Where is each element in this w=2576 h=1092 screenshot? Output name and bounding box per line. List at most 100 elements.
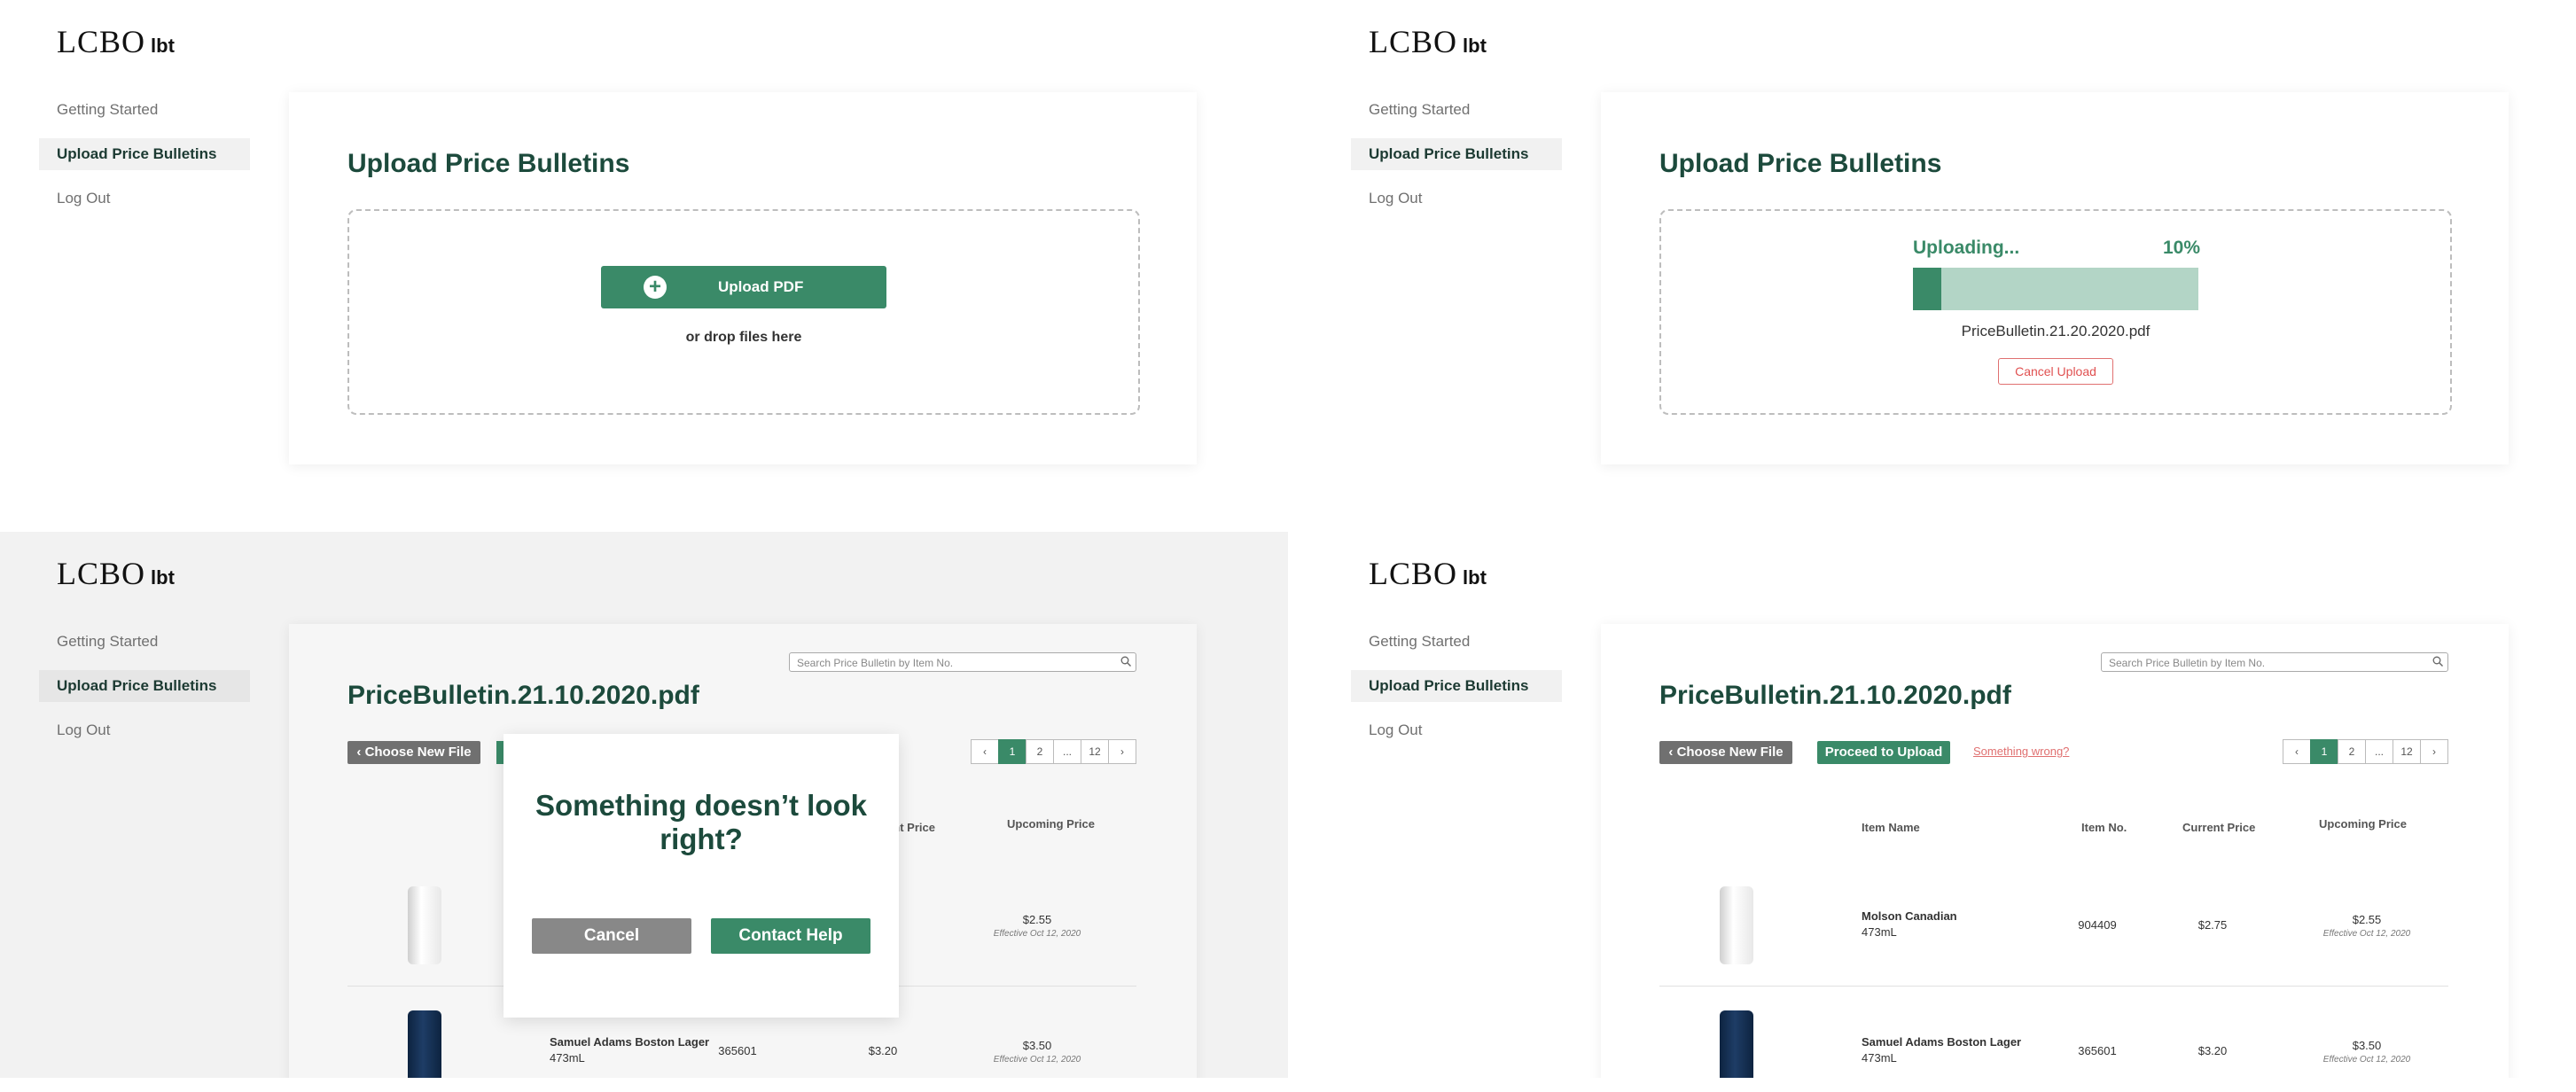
row2-upcoming: $3.50 xyxy=(1022,1039,1052,1052)
page-1[interactable]: 1 xyxy=(2310,739,2338,764)
search-icon xyxy=(2432,656,2443,667)
cancel-upload-button[interactable]: Cancel Upload xyxy=(1998,358,2113,385)
col-item-no: Item No. xyxy=(2081,821,2127,834)
col-current-price: Current Price xyxy=(2182,821,2256,834)
choose-new-file-label: Choose New File xyxy=(364,745,472,760)
drop-hint: or drop files here xyxy=(685,330,802,345)
lcbo-logo[interactable]: LCBO lbt xyxy=(1369,555,1487,592)
nav-getting-started[interactable]: Getting Started xyxy=(39,94,250,126)
uploading-file-name: PriceBulletin.21.20.2020.pdf xyxy=(1961,323,2151,339)
page-2[interactable]: 2 xyxy=(1026,739,1054,764)
progress-bar-fill xyxy=(1913,268,1942,310)
logo-main: LCBO xyxy=(57,24,146,59)
prev-page-icon[interactable]: ‹ xyxy=(971,739,999,764)
page-ellipsis: ... xyxy=(1053,739,1081,764)
row2-name: Samuel Adams Boston Lager xyxy=(1862,1035,2022,1049)
uploading-label: Uploading... xyxy=(1913,238,2020,258)
col-upcoming-price: Upcoming Price xyxy=(1007,817,1095,831)
nav-upload-price-bulletins[interactable]: Upload Price Bulletins xyxy=(1351,138,1562,170)
molson-can-image xyxy=(1720,886,1753,964)
row2-size: 473mL xyxy=(1862,1051,1897,1065)
page-title: Upload Price Bulletins xyxy=(347,149,630,178)
row1-item-no: 904409 xyxy=(2078,918,2117,932)
upload-screen: LCBO lbt Getting Started Upload Price Bu… xyxy=(0,0,1288,546)
drop-zone: Uploading... 10% PriceBulletin.21.20.202… xyxy=(1659,209,2452,415)
logo-sub: lbt xyxy=(1463,35,1487,57)
contact-help-button[interactable]: Contact Help xyxy=(711,918,870,954)
search-placeholder: Search Price Bulletin by Item No. xyxy=(2109,657,2266,669)
page-1[interactable]: 1 xyxy=(998,739,1026,764)
choose-new-file-button[interactable]: ‹ Choose New File xyxy=(1659,741,1792,764)
next-page-icon[interactable]: › xyxy=(1108,739,1136,764)
lcbo-logo[interactable]: LCBO lbt xyxy=(57,23,175,60)
sidebar-nav: Getting Started Upload Price Bulletins L… xyxy=(39,626,250,759)
progress-bar xyxy=(1913,268,2198,310)
row2-item-no: 365601 xyxy=(2078,1044,2117,1057)
drop-zone[interactable]: + Upload PDF or drop files here xyxy=(347,209,1140,415)
sidebar-nav: Getting Started Upload Price Bulletins L… xyxy=(1351,94,1562,227)
nav-log-out[interactable]: Log Out xyxy=(1351,714,1562,746)
choose-new-file-button[interactable]: ‹ Choose New File xyxy=(347,741,480,764)
row1-size: 473mL xyxy=(1862,925,1897,939)
col-upcoming-price: Upcoming Price xyxy=(2319,817,2407,831)
sidebar-nav: Getting Started Upload Price Bulletins L… xyxy=(39,94,250,227)
page-2[interactable]: 2 xyxy=(2338,739,2366,764)
review-card: Search Price Bulletin by Item No. PriceB… xyxy=(1601,624,2509,1078)
proceed-to-upload-button[interactable]: Proceed to Upload xyxy=(1817,741,1950,764)
molson-can-image xyxy=(408,886,441,964)
nav-log-out[interactable]: Log Out xyxy=(39,714,250,746)
lcbo-logo[interactable]: LCBO lbt xyxy=(1369,23,1487,60)
row2-upcoming: $3.50 xyxy=(2352,1039,2382,1052)
pagination: ‹ 1 2 ... 12 › xyxy=(2283,739,2448,764)
nav-getting-started[interactable]: Getting Started xyxy=(1351,94,1562,126)
upload-pdf-button[interactable]: + Upload PDF xyxy=(601,266,886,308)
nav-upload-price-bulletins[interactable]: Upload Price Bulletins xyxy=(39,138,250,170)
row2-effective: Effective Oct 12, 2020 xyxy=(2322,1055,2411,1065)
row2-size: 473mL xyxy=(550,1051,585,1065)
error-modal: Something doesn’t look right? Cancel Con… xyxy=(503,734,899,1018)
lcbo-logo[interactable]: LCBO lbt xyxy=(57,555,175,592)
search-placeholder: Search Price Bulletin by Item No. xyxy=(797,657,954,669)
row1-effective: Effective Oct 12, 2020 xyxy=(993,929,1081,939)
bulletin-title: PriceBulletin.21.10.2020.pdf xyxy=(347,681,699,710)
logo-sub: lbt xyxy=(151,566,175,589)
col-item-name: Item Name xyxy=(1862,821,1920,834)
search-input[interactable]: Search Price Bulletin by Item No. xyxy=(2101,652,2448,672)
row1-upcoming: $2.55 xyxy=(2352,913,2382,926)
nav-upload-price-bulletins[interactable]: Upload Price Bulletins xyxy=(1351,670,1562,702)
nav-log-out[interactable]: Log Out xyxy=(39,183,250,214)
something-wrong-link[interactable]: Something wrong? xyxy=(1973,745,2069,758)
logo-sub: lbt xyxy=(151,35,175,57)
row1-effective: Effective Oct 12, 2020 xyxy=(2322,929,2411,939)
page-title: Upload Price Bulletins xyxy=(1659,149,1942,178)
page-12[interactable]: 12 xyxy=(1081,739,1109,764)
row2-current: $3.20 xyxy=(868,1044,898,1057)
next-page-icon[interactable]: › xyxy=(2420,739,2448,764)
row2-current: $3.20 xyxy=(2197,1044,2228,1057)
sidebar-nav: Getting Started Upload Price Bulletins L… xyxy=(1351,626,1562,759)
nav-upload-price-bulletins[interactable]: Upload Price Bulletins xyxy=(39,670,250,702)
logo-main: LCBO xyxy=(57,556,146,591)
sam-adams-can-image xyxy=(1720,1010,1753,1078)
nav-log-out[interactable]: Log Out xyxy=(1351,183,1562,214)
choose-new-file-label: Choose New File xyxy=(1676,745,1784,760)
row1-upcoming: $2.55 xyxy=(1022,913,1052,926)
row1-name: Molson Canadian xyxy=(1862,909,1957,923)
nav-getting-started[interactable]: Getting Started xyxy=(39,626,250,658)
row2-item-no: 365601 xyxy=(718,1044,757,1057)
uploading-screen: LCBO lbt Getting Started Upload Price Bu… xyxy=(1312,0,2576,546)
search-icon xyxy=(1120,656,1131,667)
bulletin-title: PriceBulletin.21.10.2020.pdf xyxy=(1659,681,2011,710)
upload-card: Upload Price Bulletins + Upload PDF or d… xyxy=(289,92,1197,464)
plus-circle-icon: + xyxy=(644,276,667,299)
review-screen: LCBO lbt Getting Started Upload Price Bu… xyxy=(1312,532,2576,1078)
search-input[interactable]: Search Price Bulletin by Item No. xyxy=(789,652,1136,672)
nav-getting-started[interactable]: Getting Started xyxy=(1351,626,1562,658)
sam-adams-can-image xyxy=(408,1010,441,1078)
row-divider xyxy=(1659,986,2448,987)
page-ellipsis: ... xyxy=(2365,739,2393,764)
page-12[interactable]: 12 xyxy=(2393,739,2421,764)
modal-cancel-button[interactable]: Cancel xyxy=(532,918,691,954)
prev-page-icon[interactable]: ‹ xyxy=(2283,739,2311,764)
modal-title: Something doesn’t look right? xyxy=(535,789,867,855)
